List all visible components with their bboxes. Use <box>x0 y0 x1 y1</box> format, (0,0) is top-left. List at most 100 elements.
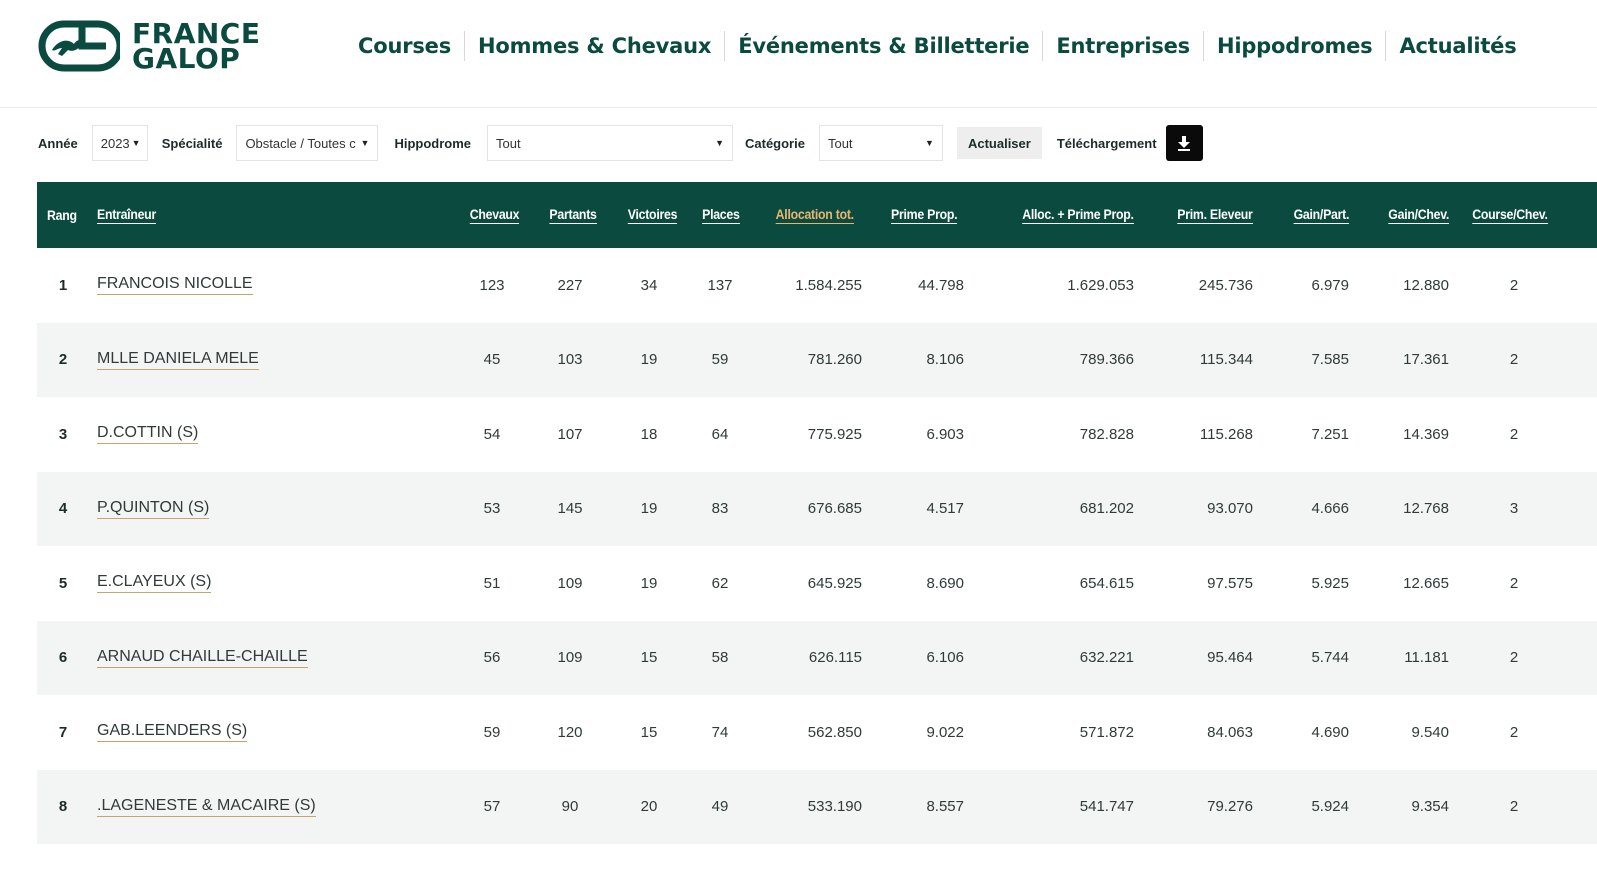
cell-rank: 4 <box>58 500 68 518</box>
nav-courses[interactable]: Courses <box>358 34 464 58</box>
cell-allocation: 533.190 <box>807 798 862 816</box>
categorie-select[interactable]: Tout ▼ <box>818 125 943 161</box>
cell-gain-part: 7.585 <box>1311 351 1349 369</box>
cell-chevaux: 51 <box>483 574 501 592</box>
cell-gain-part: 6.979 <box>1311 276 1349 294</box>
logo-wordmark: FRANCE GALOP <box>132 20 260 73</box>
cell-name[interactable]: D.COTTIN (S) <box>97 397 199 472</box>
cell-prim-eleveur: 93.070 <box>1207 500 1253 518</box>
cell-allocation: 781.260 <box>807 351 862 369</box>
cell-course-chev: 2 <box>1509 425 1519 443</box>
col-header-prim-eleveur[interactable]: Prim. Eleveur <box>1177 182 1253 248</box>
col-header-gain-chev[interactable]: Gain/Chev. <box>1388 182 1449 248</box>
col-header-entraineur[interactable]: Entraîneur <box>97 182 156 248</box>
annee-value: 2023 <box>100 135 130 151</box>
nav-actualites[interactable]: Actualités <box>1386 34 1529 58</box>
main-nav: Courses Hommes & Chevaux Événements & Bi… <box>358 30 1530 62</box>
cell-prime: 8.690 <box>926 574 964 592</box>
download-button[interactable] <box>1165 125 1203 161</box>
cell-name[interactable]: MLLE DANIELA MELE <box>97 323 259 398</box>
cell-partants: 120 <box>557 723 583 741</box>
cell-gain-chev: 9.354 <box>1411 798 1449 816</box>
site-header: FRANCE GALOP Courses Hommes & Chevaux Év… <box>0 0 1597 108</box>
cell-chevaux: 123 <box>479 276 505 294</box>
cell-alloc-prime: 789.366 <box>1079 351 1134 369</box>
cell-prime: 44.798 <box>918 276 964 294</box>
nav-evenements-billetterie[interactable]: Événements & Billetterie <box>725 34 1042 58</box>
cell-name[interactable]: FRANCOIS NICOLLE <box>97 248 253 323</box>
cell-places: 64 <box>711 425 729 443</box>
chevron-down-icon: ▼ <box>360 138 370 148</box>
cell-prime: 8.106 <box>926 351 964 369</box>
cell-allocation: 562.850 <box>807 723 862 741</box>
cell-course-chev: 2 <box>1509 276 1519 294</box>
col-header-partants[interactable]: Partants <box>549 182 597 248</box>
col-header-course-chev[interactable]: Course/Chev. <box>1472 182 1548 248</box>
cell-name[interactable]: ARNAUD CHAILLE-CHAILLE <box>97 621 308 696</box>
nav-entreprises[interactable]: Entreprises <box>1043 34 1203 58</box>
cell-alloc-prime: 1.629.053 <box>1067 276 1134 294</box>
cell-prim-eleveur: 115.344 <box>1199 351 1253 369</box>
hippodrome-select[interactable]: Tout ▼ <box>487 125 733 161</box>
annee-select[interactable]: 2023 ▼ <box>91 125 148 161</box>
table-row: 8 .LAGENESTE & MACAIRE (S) 57 90 20 49 533.190… <box>37 769 1597 845</box>
col-header-allocation-tot[interactable]: Allocation tot. <box>775 182 854 248</box>
cell-gain-chev: 11.181 <box>1404 649 1449 667</box>
nav-hippodromes[interactable]: Hippodromes <box>1204 34 1386 58</box>
chevron-down-icon: ▼ <box>925 138 934 148</box>
cell-partants: 145 <box>557 500 583 518</box>
cell-places: 49 <box>711 798 729 816</box>
cell-partants: 103 <box>557 351 583 369</box>
cell-victoires: 15 <box>640 649 658 667</box>
cell-gain-chev: 12.665 <box>1403 574 1449 592</box>
nav-hommes-chevaux[interactable]: Hommes & Chevaux <box>465 34 724 58</box>
cell-course-chev: 3 <box>1509 500 1519 518</box>
table-row: 4 P.QUINTON (S) 53 145 19 83 676.685 4.517 681.2… <box>37 471 1597 547</box>
col-header-prime-prop[interactable]: Prime Prop. <box>890 182 957 248</box>
cell-alloc-prime: 571.872 <box>1079 723 1134 741</box>
cell-partants: 227 <box>557 276 583 294</box>
col-header-victoires[interactable]: Victoires <box>627 182 677 248</box>
cell-rank: 5 <box>58 574 68 592</box>
cell-gain-chev: 12.880 <box>1403 276 1449 294</box>
cell-places: 58 <box>711 649 729 667</box>
cell-chevaux: 59 <box>483 723 501 741</box>
chevron-down-icon: ▼ <box>715 138 724 148</box>
france-galop-logo[interactable]: FRANCE GALOP <box>38 20 260 73</box>
specialite-select[interactable]: Obstacle / Toutes c ▼ <box>236 125 379 161</box>
cell-prim-eleveur: 84.063 <box>1207 723 1253 741</box>
col-header-chevaux[interactable]: Chevaux <box>469 182 519 248</box>
cell-gain-chev: 9.540 <box>1411 723 1449 741</box>
cell-prime: 6.106 <box>926 649 964 667</box>
cell-course-chev: 2 <box>1509 574 1519 592</box>
cell-allocation: 676.685 <box>807 500 862 518</box>
specialite-value: Obstacle / Toutes c <box>245 135 356 151</box>
cell-name[interactable]: GAB.LEENDERS (S) <box>97 695 248 770</box>
col-header-rang: Rang <box>47 206 77 223</box>
cell-allocation: 1.584.255 <box>795 276 862 294</box>
cell-chevaux: 56 <box>483 649 501 667</box>
table-row: 1 FRANCOIS NICOLLE 123 227 34 137 1.584.255 44.… <box>37 248 1597 323</box>
cell-victoires: 20 <box>640 798 658 816</box>
hippodrome-value: Tout <box>496 135 521 151</box>
cell-name[interactable]: P.QUINTON (S) <box>97 472 210 547</box>
horse-logo-icon <box>38 20 120 72</box>
cell-prim-eleveur: 95.464 <box>1207 649 1253 667</box>
cell-victoires: 19 <box>640 500 658 518</box>
table-row: 2 MLLE DANIELA MELE 45 103 19 59 781.260 8.106 7… <box>37 322 1597 398</box>
cell-prim-eleveur: 245.736 <box>1198 276 1253 294</box>
actualiser-button[interactable]: Actualiser <box>956 127 1042 159</box>
cell-alloc-prime: 681.202 <box>1079 500 1134 518</box>
col-header-alloc-prime-prop[interactable]: Alloc. + Prime Prop. <box>1022 182 1134 248</box>
cell-rank: 2 <box>58 351 68 369</box>
cell-allocation: 626.115 <box>808 649 862 667</box>
col-header-gain-part[interactable]: Gain/Part. <box>1293 182 1349 248</box>
cell-name[interactable]: .LAGENESTE & MACAIRE (S) <box>97 770 316 845</box>
cell-prim-eleveur: 79.276 <box>1207 798 1253 816</box>
cell-gain-part: 4.690 <box>1311 723 1349 741</box>
filter-bar: Année 2023 ▼ Spécialité Obstacle / Toute… <box>38 124 1203 162</box>
cell-name[interactable]: E.CLAYEUX (S) <box>97 546 212 621</box>
cell-partants: 109 <box>557 649 583 667</box>
col-header-places[interactable]: Places <box>702 182 740 248</box>
trainer-ranking-table: Rang Entraîneur Chevaux Partants Victoir… <box>37 182 1597 844</box>
